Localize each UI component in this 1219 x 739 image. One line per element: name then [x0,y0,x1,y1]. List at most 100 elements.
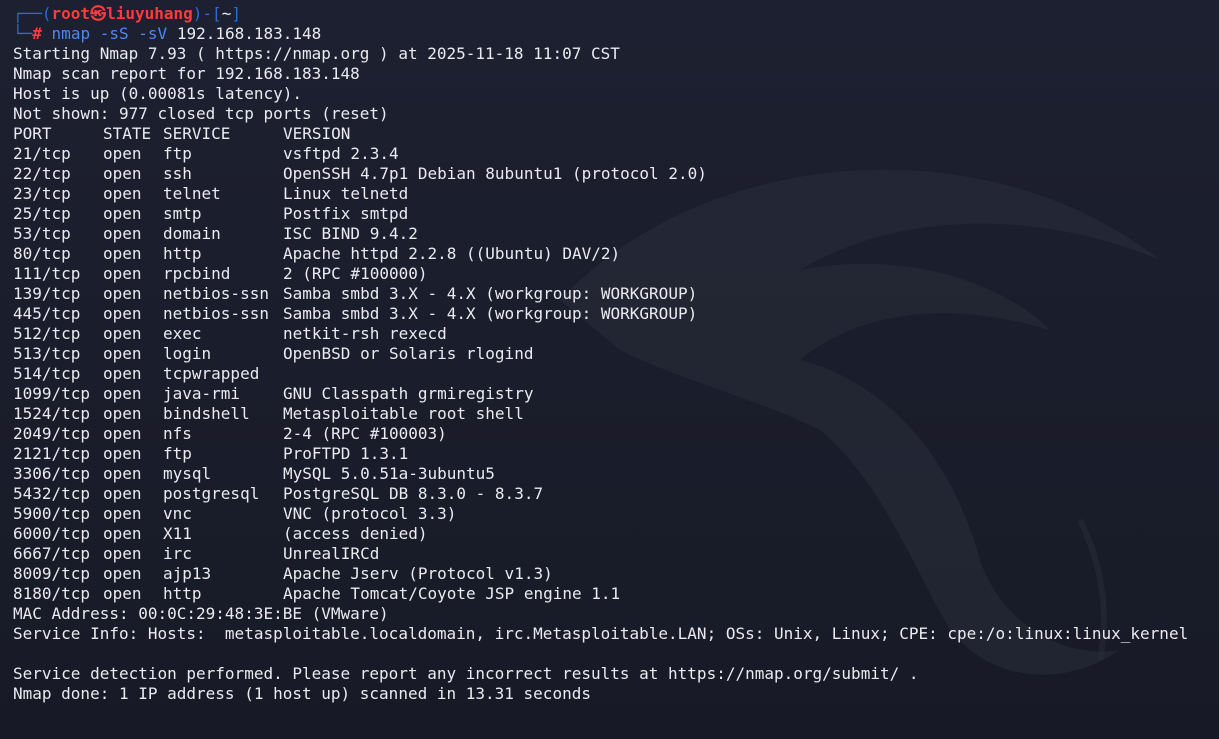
port-cell: 1099/tcp [13,384,91,403]
port-cell: 3306/tcp [13,464,91,483]
prompt-line: ┌──(root㉿liuyuhang)-[~] [13,4,241,23]
version-cell: vsftpd 2.3.4 [283,144,399,163]
state-cell: open [103,144,142,163]
output-not-shown-line: Not shown: 977 closed tcp ports (reset) [13,104,389,123]
service-cell: http [163,244,202,263]
port-cell: 22/tcp [13,164,71,183]
port-cell: 514/tcp [13,364,81,383]
state-cell: open [103,164,142,183]
service-cell: login [163,344,212,363]
version-cell: GNU Classpath grmiregistry [283,384,534,403]
state-cell: open [103,224,142,243]
port-row: 8180/tcp open http Apache Tomcat/Coyote JSP… [13,584,1211,604]
port-cell: 53/tcp [13,224,71,243]
state-cell: open [103,284,142,303]
port-row: 8009/tcp open ajp13 Apache Jserv (Protocol … [13,564,1211,584]
service-cell: http [163,584,202,603]
port-row: 53/tcp open domain ISC BIND 9.4.2 [13,224,1211,244]
state-cell: open [103,544,142,563]
service-cell: ftp [163,444,192,463]
command-flag-sv: -sV [138,24,168,43]
version-cell: VNC (protocol 3.3) [283,504,457,523]
version-cell: Samba smbd 3.X - 4.X (workgroup: WORKGRO… [283,284,698,303]
state-cell: open [103,584,142,603]
port-cell: 6667/tcp [13,544,91,563]
port-row: 445/tcp open netbios-ssn Samba smbd 3.X - 4… [13,304,1211,324]
port-cell: 139/tcp [13,284,81,303]
service-cell: rpcbind [163,264,231,283]
prompt-hash: # [32,24,42,43]
port-cell: 445/tcp [13,304,81,323]
prompt-host: liuyuhang [106,4,193,23]
command-target: 192.168.183.148 [176,24,322,43]
state-cell: open [103,204,142,223]
version-cell: UnrealIRCd [283,544,380,563]
output-service-info-line: Service Info: Hosts: metasploitable.loca… [13,624,1189,643]
output-host-up-line: Host is up (0.00081s latency). [13,84,302,103]
port-row: 1524/tcp open bindshell Metasploitable root… [13,404,1211,424]
service-cell: X11 [163,524,192,543]
port-table: PORT STATE SERVICE VERSION 21/tcp open ftp vsf… [13,124,1211,604]
state-cell: open [103,484,142,503]
version-cell: Linux telnetd [283,184,409,203]
output-blank-line [13,644,1211,664]
port-row: 3306/tcp open mysql MySQL 5.0.51a-3ubuntu5 [13,464,1211,484]
service-cell: postgresql [163,484,260,503]
port-row: 6667/tcp open irc UnrealIRCd [13,544,1211,564]
command-line[interactable]: └─# nmap -sS -sV 192.168.183.148 [13,24,1211,44]
port-cell: 513/tcp [13,344,81,363]
port-row: 111/tcp open rpcbind 2 (RPC #100000) [13,264,1211,284]
state-cell: open [103,424,142,443]
port-row: 514/tcp open tcpwrapped [13,364,1211,384]
service-cell: mysql [163,464,212,483]
output-detection-line: Service detection performed. Please repo… [13,664,919,683]
service-cell: tcpwrapped [163,364,260,383]
port-cell: 25/tcp [13,204,71,223]
prompt-user: root [51,4,91,23]
port-table-header: PORT STATE SERVICE VERSION [13,124,1211,144]
prompt-at-glyph: ㉿ [90,4,107,23]
port-row: 80/tcp open http Apache httpd 2.2.8 ((Ubunt… [13,244,1211,264]
output-report-line: Nmap scan report for 192.168.183.148 [13,64,360,83]
version-cell: Apache httpd 2.2.8 ((Ubuntu) DAV/2) [283,244,621,263]
port-cell: 512/tcp [13,324,81,343]
state-cell: open [103,384,142,403]
version-cell: 2 (RPC #100000) [283,264,428,283]
service-cell: ftp [163,144,192,163]
state-cell: open [103,524,142,543]
service-cell: ssh [163,164,192,183]
prompt-dir: ~ [221,4,232,23]
port-cell: 80/tcp [13,244,71,263]
state-cell: open [103,324,142,343]
version-cell: Postfix smtpd [283,204,409,223]
service-cell: vnc [163,504,192,523]
version-cell: (access denied) [283,524,428,543]
version-cell: Samba smbd 3.X - 4.X (workgroup: WORKGRO… [283,304,698,323]
port-cell: 5900/tcp [13,504,91,523]
port-cell: 2049/tcp [13,424,91,443]
version-cell: MySQL 5.0.51a-3ubuntu5 [283,464,495,483]
output-mac-line: MAC Address: 00:0C:29:48:3E:BE (VMware) [13,604,389,623]
terminal-window[interactable]: ┌──(root㉿liuyuhang)-[~] └─# nmap -sS -sV… [0,0,1219,739]
service-cell: telnet [163,184,221,203]
port-row: 2121/tcp open ftp ProFTPD 1.3.1 [13,444,1211,464]
version-cell: Metasploitable root shell [283,404,524,423]
port-cell: 8180/tcp [13,584,91,603]
port-cell: 5432/tcp [13,484,91,503]
state-cell: open [103,464,142,483]
service-cell: netbios-ssn [163,284,269,303]
port-row: 513/tcp open login OpenBSD or Solaris rlogi… [13,344,1211,364]
service-cell: smtp [163,204,202,223]
port-row: 21/tcp open ftp vsftpd 2.3.4 [13,144,1211,164]
service-cell: ajp13 [163,564,212,583]
port-row: 139/tcp open netbios-ssn Samba smbd 3.X - 4… [13,284,1211,304]
command-flag-ss: -sS [99,24,129,43]
state-cell: open [103,244,142,263]
service-cell: domain [163,224,221,243]
service-cell: irc [163,544,192,563]
port-row: 512/tcp open exec netkit-rsh rexecd [13,324,1211,344]
version-cell: Apache Jserv (Protocol v1.3) [283,564,553,583]
version-cell [283,364,1211,384]
output-start-line: Starting Nmap 7.93 ( https://nmap.org ) … [13,44,620,63]
service-cell: exec [163,324,202,343]
